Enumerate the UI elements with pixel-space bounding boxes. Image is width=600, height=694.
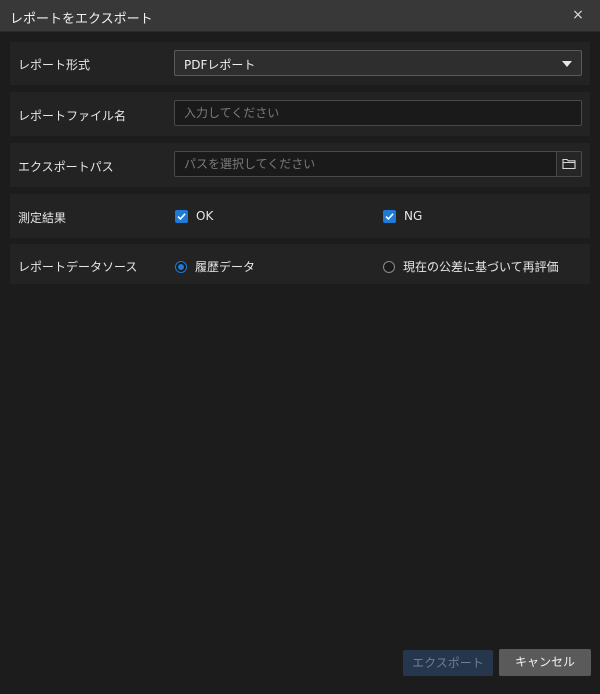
- history-data-radio-group[interactable]: 履歴データ: [175, 258, 255, 275]
- browse-folder-button[interactable]: [556, 152, 581, 176]
- report-format-value: PDFレポート: [184, 58, 256, 72]
- measurement-result-row: 測定結果 OK NG: [10, 194, 590, 238]
- report-format-select[interactable]: PDFレポート: [174, 50, 582, 76]
- checkmark-icon: [177, 212, 186, 220]
- result-ng-checkbox-group[interactable]: NG: [383, 209, 422, 223]
- reevaluate-radio-group[interactable]: 現在の公差に基づいて再評価: [383, 258, 559, 275]
- export-path-label: エクスポートパス: [18, 160, 114, 174]
- reevaluate-radio[interactable]: [383, 260, 395, 273]
- file-name-field-box: [174, 100, 582, 126]
- file-name-row: レポートファイル名: [10, 92, 590, 136]
- export-path-row: エクスポートパス: [10, 143, 590, 187]
- cancel-button[interactable]: キャンセル: [499, 649, 591, 676]
- report-format-label: レポート形式: [18, 58, 91, 72]
- result-ng-checkbox[interactable]: [383, 209, 396, 223]
- caret-down-icon: [562, 61, 572, 67]
- report-format-row: レポート形式 PDFレポート: [10, 42, 590, 85]
- dialog-title: レポートをエクスポート: [10, 12, 153, 27]
- close-icon[interactable]: ×: [570, 7, 586, 23]
- export-report-dialog: レポートをエクスポート × レポート形式 PDFレポート レポートファイル名 エ…: [0, 0, 600, 694]
- result-ok-checkbox[interactable]: [175, 209, 188, 223]
- file-name-label: レポートファイル名: [18, 109, 127, 123]
- result-ng-label: NG: [404, 209, 423, 223]
- data-source-row: レポートデータソース 履歴データ 現在の公差に基づいて再評価: [10, 244, 590, 284]
- data-source-label: レポートデータソース: [18, 260, 138, 274]
- export-path-field-box: [174, 151, 582, 177]
- measurement-result-label: 測定結果: [18, 211, 67, 225]
- export-path-input[interactable]: [175, 152, 557, 176]
- export-button[interactable]: エクスポート: [403, 650, 493, 676]
- dialog-titlebar: レポートをエクスポート ×: [0, 0, 600, 32]
- history-data-label: 履歴データ: [195, 260, 256, 274]
- result-ok-label: OK: [196, 209, 214, 223]
- folder-icon: [562, 158, 576, 170]
- reevaluate-label: 現在の公差に基づいて再評価: [403, 260, 559, 274]
- result-ok-checkbox-group[interactable]: OK: [175, 209, 213, 223]
- file-name-input[interactable]: [175, 101, 581, 125]
- checkmark-icon: [385, 212, 394, 220]
- history-data-radio[interactable]: [175, 260, 187, 273]
